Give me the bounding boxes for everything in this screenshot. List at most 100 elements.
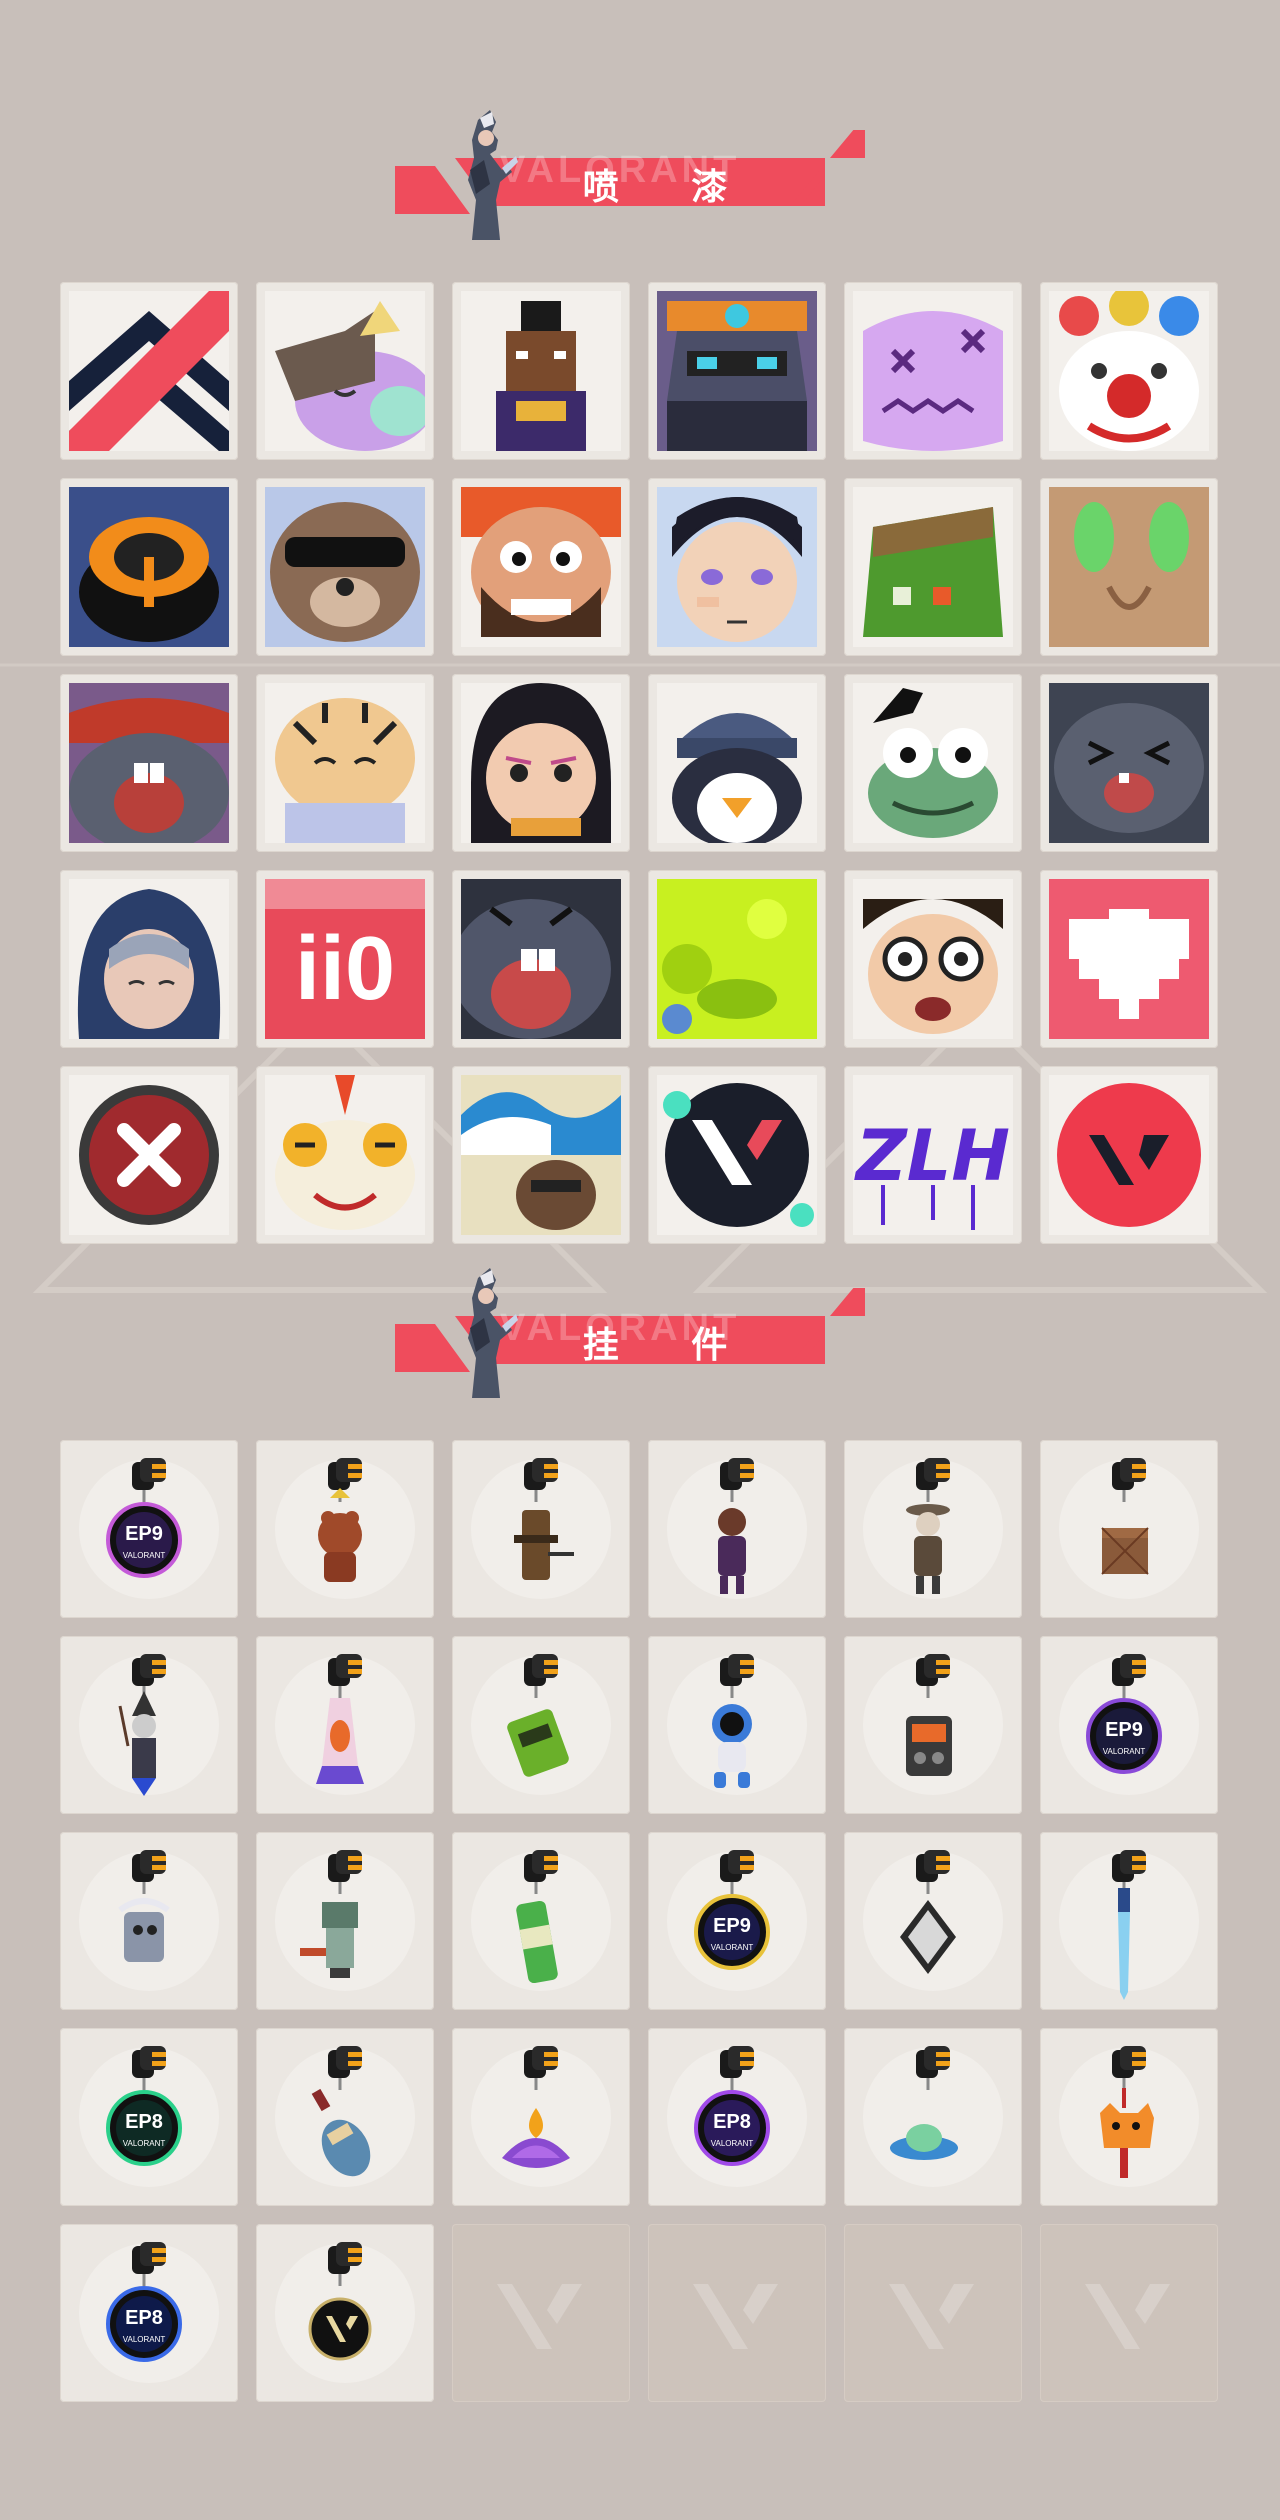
buddy-tile[interactable] — [256, 1440, 434, 1618]
empty-buddy-slot — [648, 2224, 826, 2402]
tiger-icon — [265, 683, 425, 843]
crying-creature-icon — [69, 683, 229, 843]
sunglasses-bear-icon — [265, 487, 425, 647]
green-box-icon — [853, 487, 1013, 647]
buddy-tile[interactable] — [844, 1440, 1022, 1618]
buddy-tile[interactable] — [256, 2028, 434, 2206]
laughing-creature-icon — [1049, 683, 1209, 843]
spray-tile[interactable] — [648, 1066, 826, 1244]
pixel-heart-icon — [1049, 879, 1209, 1039]
screaming-creature-icon — [461, 879, 621, 1039]
girl-drawing-icon — [461, 683, 621, 843]
spray-tile[interactable] — [60, 870, 238, 1048]
buddy-tile[interactable] — [452, 2028, 630, 2206]
svg-text:VALORANT: VALORANT — [711, 1943, 754, 1952]
svg-text:ZLH: ZLH — [854, 1115, 1010, 1197]
spray-tile[interactable] — [648, 478, 826, 656]
buddy-tile[interactable] — [1040, 1832, 1218, 2010]
spray-tile[interactable] — [1040, 282, 1218, 460]
spray-tile[interactable] — [452, 478, 630, 656]
buddy-tile[interactable]: EP9 VALORANT — [60, 1440, 238, 1618]
spray-tile[interactable]: ii0 — [256, 870, 434, 1048]
buddy-tile[interactable] — [256, 1832, 434, 2010]
spray-text: ii0 — [295, 919, 395, 1019]
spray-tile[interactable] — [648, 674, 826, 852]
buddies-title: 挂 件 — [582, 1325, 758, 1366]
pixel-agent-icon — [461, 291, 621, 451]
chevron-stripes-icon — [69, 291, 229, 451]
lime-slime-icon — [657, 879, 817, 1039]
empty-buddy-slot — [1040, 2224, 1218, 2402]
spray-tile[interactable] — [844, 870, 1022, 1048]
svg-text:VALORANT: VALORANT — [123, 2139, 166, 2148]
spray-tile[interactable] — [452, 674, 630, 852]
buddy-tile[interactable]: EP9 VALORANT — [648, 1832, 826, 2010]
buddy-label: EP9 — [1105, 1719, 1143, 1741]
buddy-tile[interactable] — [648, 1440, 826, 1618]
spray-tile[interactable] — [648, 282, 826, 460]
buddy-label: EP8 — [125, 2111, 163, 2133]
frog-icon — [853, 683, 1013, 843]
bearded-agent-icon — [461, 487, 621, 647]
buddy-tile[interactable] — [648, 1636, 826, 1814]
spray-tile[interactable] — [256, 1066, 434, 1244]
spray-tile[interactable] — [844, 674, 1022, 852]
spray-tile[interactable] — [60, 478, 238, 656]
spray-tile[interactable] — [648, 870, 826, 1048]
spray-tile[interactable] — [1040, 478, 1218, 656]
buddy-tile[interactable] — [256, 2224, 434, 2402]
buddy-tile[interactable] — [452, 1832, 630, 2010]
buddy-grid: EP9 VALORANT EP9 VALORANT EP9 VALORANT EP8 VALO… — [60, 1440, 1220, 2402]
red-valorant-circle-icon — [1049, 1075, 1209, 1235]
buddy-tile[interactable] — [452, 1440, 630, 1618]
buddy-tile[interactable] — [844, 1636, 1022, 1814]
purple-blob-face-icon — [853, 291, 1013, 451]
ii0-text-icon: ii0 — [265, 879, 425, 1039]
spray-tile[interactable] — [844, 478, 1022, 656]
spray-tile[interactable] — [844, 282, 1022, 460]
spray-tile[interactable] — [1040, 1066, 1218, 1244]
buddy-tile[interactable]: EP8 VALORANT — [60, 2224, 238, 2402]
buddy-tile[interactable] — [60, 1636, 238, 1814]
buddy-tile[interactable]: EP8 VALORANT — [648, 2028, 826, 2206]
x-button-icon — [69, 1075, 229, 1235]
sprays-section-header: VALORANT 喷 漆 — [395, 110, 865, 240]
spray-tile[interactable] — [256, 674, 434, 852]
spray-tile[interactable] — [452, 282, 630, 460]
buddy-tile[interactable] — [60, 1832, 238, 2010]
penguin-beanie-icon — [657, 683, 817, 843]
sprays-title: 喷 漆 — [582, 167, 758, 208]
hooded-agent-icon — [69, 879, 229, 1039]
boy-face-icon — [657, 487, 817, 647]
buddy-label: EP9 — [125, 1523, 163, 1545]
buddy-tile[interactable] — [844, 1832, 1022, 2010]
agent-portrait-icon — [468, 1268, 518, 1398]
spray-tile[interactable] — [1040, 674, 1218, 852]
spray-tile[interactable] — [60, 674, 238, 852]
spray-tile[interactable] — [452, 870, 630, 1048]
spray-tile[interactable] — [256, 282, 434, 460]
svg-text:VALORANT: VALORANT — [123, 2335, 166, 2344]
agent-portrait-icon — [468, 110, 518, 240]
spray-tile[interactable] — [1040, 870, 1218, 1048]
buddy-label: EP8 — [125, 2307, 163, 2329]
buddy-tile[interactable] — [1040, 1440, 1218, 1618]
robot-helmet-icon — [657, 291, 817, 451]
buddy-tile[interactable]: EP9 VALORANT — [1040, 1636, 1218, 1814]
spray-tile[interactable] — [256, 478, 434, 656]
buddy-tile[interactable] — [256, 1636, 434, 1814]
buddy-tile[interactable] — [1040, 2028, 1218, 2206]
glasses-guy-icon — [853, 879, 1013, 1039]
buddies-section-header: VALORANT 挂 件 — [395, 1268, 865, 1398]
spray-tile[interactable] — [60, 1066, 238, 1244]
buddy-label: EP9 — [713, 1915, 751, 1937]
wave-bear-icon — [461, 1075, 621, 1235]
buddy-tile[interactable]: EP8 VALORANT — [60, 2028, 238, 2206]
buddy-tile[interactable] — [452, 1636, 630, 1814]
buddy-tile[interactable] — [844, 2028, 1022, 2206]
spray-tile[interactable]: ZLH — [844, 1066, 1022, 1244]
valorant-logo-splat-icon — [657, 1075, 817, 1235]
clown-face-icon — [1049, 291, 1209, 451]
spray-tile[interactable] — [452, 1066, 630, 1244]
spray-tile[interactable] — [60, 282, 238, 460]
